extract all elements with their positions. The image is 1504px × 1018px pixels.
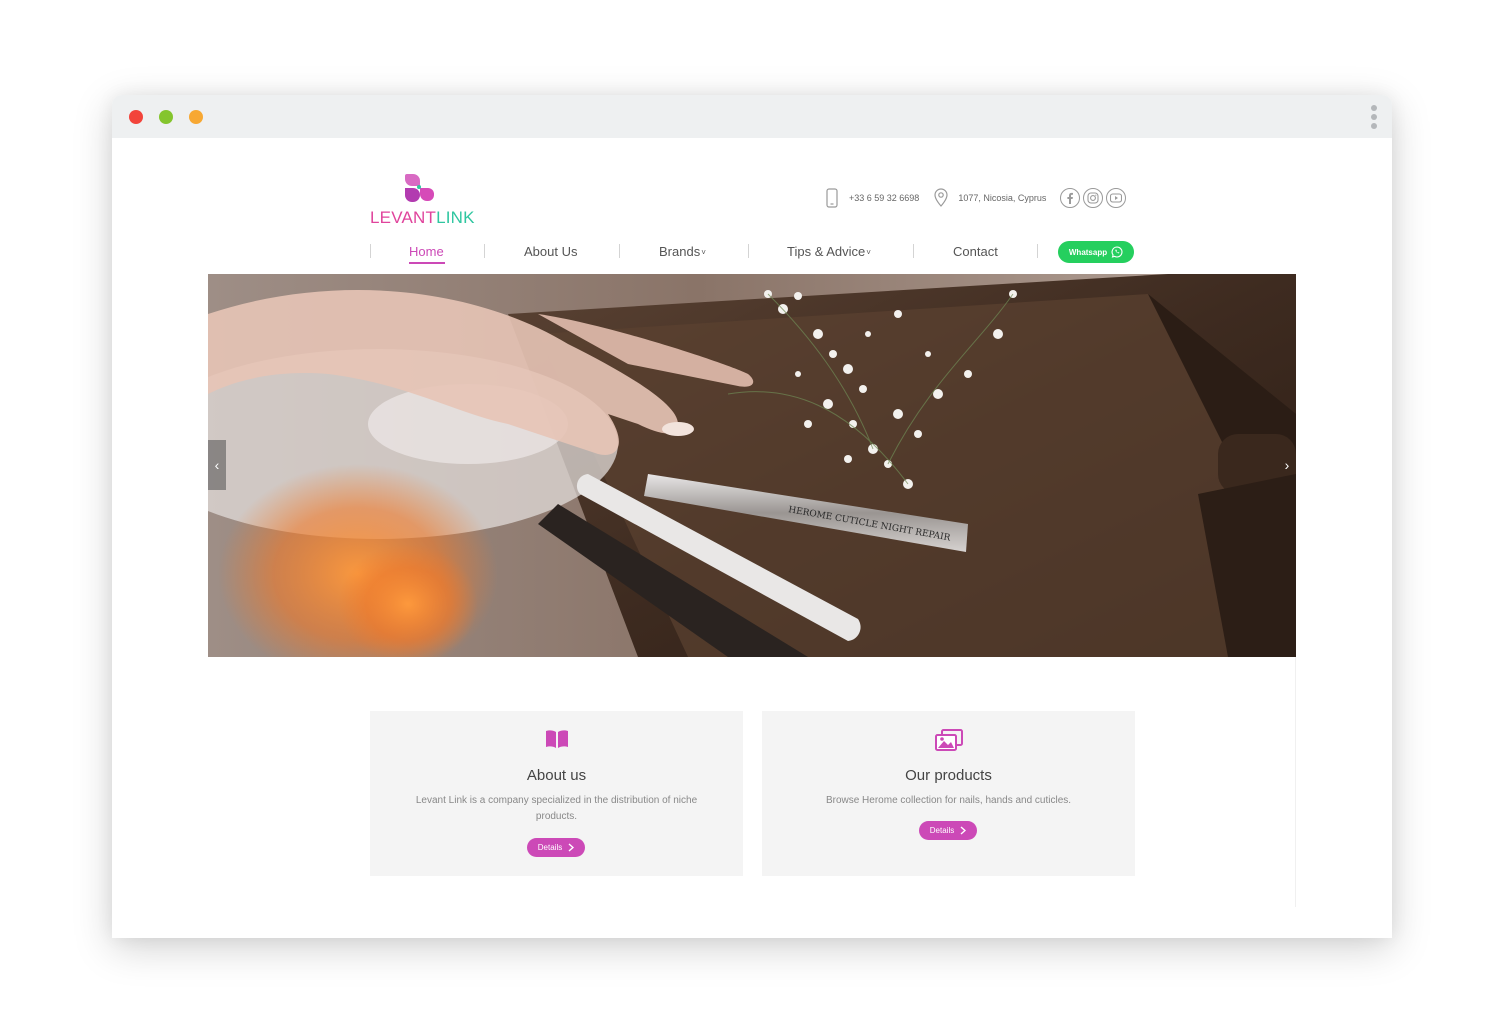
- page-edge-rule: [1295, 657, 1296, 907]
- logo-text-link: LINK: [436, 208, 475, 227]
- open-book-icon: [370, 729, 743, 751]
- about-us-card: About us Levant Link is a company specia…: [370, 711, 743, 876]
- address-text: 1077, Nicosia, Cyprus: [958, 193, 1047, 203]
- chevron-down-icon: ˅: [866, 248, 871, 257]
- whatsapp-icon: [1111, 246, 1123, 258]
- card-title: About us: [526, 767, 587, 784]
- our-products-card: Our products Browse Herome collection fo…: [762, 711, 1135, 876]
- close-window-button[interactable]: [129, 110, 143, 124]
- slider-prev-button[interactable]: ‹: [208, 440, 226, 490]
- nav-separator: [619, 244, 620, 258]
- web-page: LEVANTLINK +33 6 59 32 6698 1077, Nicosi…: [112, 138, 1392, 938]
- nav-separator: [913, 244, 914, 258]
- images-gallery-icon: [762, 729, 1135, 751]
- facebook-icon[interactable]: [1060, 188, 1081, 208]
- nav-separator: [1037, 244, 1038, 258]
- site-logo[interactable]: LEVANTLINK: [370, 172, 474, 228]
- nav-separator: [484, 244, 485, 258]
- maximize-window-button[interactable]: [159, 110, 173, 124]
- nav-separator: [370, 244, 371, 258]
- chevron-right-icon: [960, 826, 967, 835]
- about-details-button[interactable]: Details: [527, 838, 585, 857]
- card-description: Levant Link is a company specialized in …: [415, 795, 698, 822]
- youtube-icon[interactable]: [1106, 188, 1127, 208]
- details-button-label: Details: [537, 843, 563, 852]
- header-contact-bar: +33 6 59 32 6698 1077, Nicosia, Cyprus: [824, 187, 1129, 209]
- nav-item-home[interactable]: Home: [409, 244, 444, 259]
- nav-separator: [748, 244, 749, 258]
- whatsapp-button-label: Whatsapp: [1068, 247, 1108, 257]
- card-title: Our products: [905, 767, 992, 784]
- products-details-button[interactable]: Details: [919, 821, 977, 840]
- active-nav-underline: [409, 262, 445, 264]
- browser-window: LEVANTLINK +33 6 59 32 6698 1077, Nicosi…: [112, 95, 1392, 938]
- nav-item-tips-advice[interactable]: Tips & Advice˅: [787, 244, 871, 259]
- browser-titlebar: [112, 95, 1392, 138]
- nav-item-brands-label: Brands: [659, 244, 701, 259]
- hero-slider[interactable]: HEROME CUTICLE NIGHT REPAIR ‹ ›: [208, 274, 1296, 657]
- nav-item-contact[interactable]: Contact: [953, 244, 998, 259]
- chevron-right-icon: [568, 843, 575, 852]
- instagram-icon[interactable]: [1083, 188, 1104, 208]
- nav-item-about-us[interactable]: About Us: [524, 244, 577, 259]
- hero-image: HEROME CUTICLE NIGHT REPAIR: [208, 274, 1296, 657]
- details-button-label: Details: [929, 826, 955, 835]
- map-pin-icon: [933, 187, 949, 209]
- chevron-down-icon: ˅: [701, 248, 706, 257]
- card-description: Browse Herome collection for nails, hand…: [825, 795, 1072, 806]
- whatsapp-button[interactable]: Whatsapp: [1058, 241, 1134, 263]
- slider-next-button[interactable]: ›: [1278, 440, 1296, 490]
- nav-item-tips-label: Tips & Advice: [787, 244, 866, 259]
- logo-text-levant: LEVANT: [370, 208, 437, 227]
- more-options-icon[interactable]: [1370, 105, 1378, 129]
- nav-item-brands[interactable]: Brands˅: [659, 244, 706, 259]
- minimize-window-button[interactable]: [189, 110, 203, 124]
- main-navigation: Home About Us Brands˅ Tips & Advice˅ Con…: [370, 238, 1136, 266]
- mobile-phone-icon: [824, 187, 840, 209]
- logo-text: LEVANTLINK: [370, 208, 475, 228]
- phone-number[interactable]: +33 6 59 32 6698: [849, 193, 919, 203]
- logo-flower-icon: [405, 174, 434, 202]
